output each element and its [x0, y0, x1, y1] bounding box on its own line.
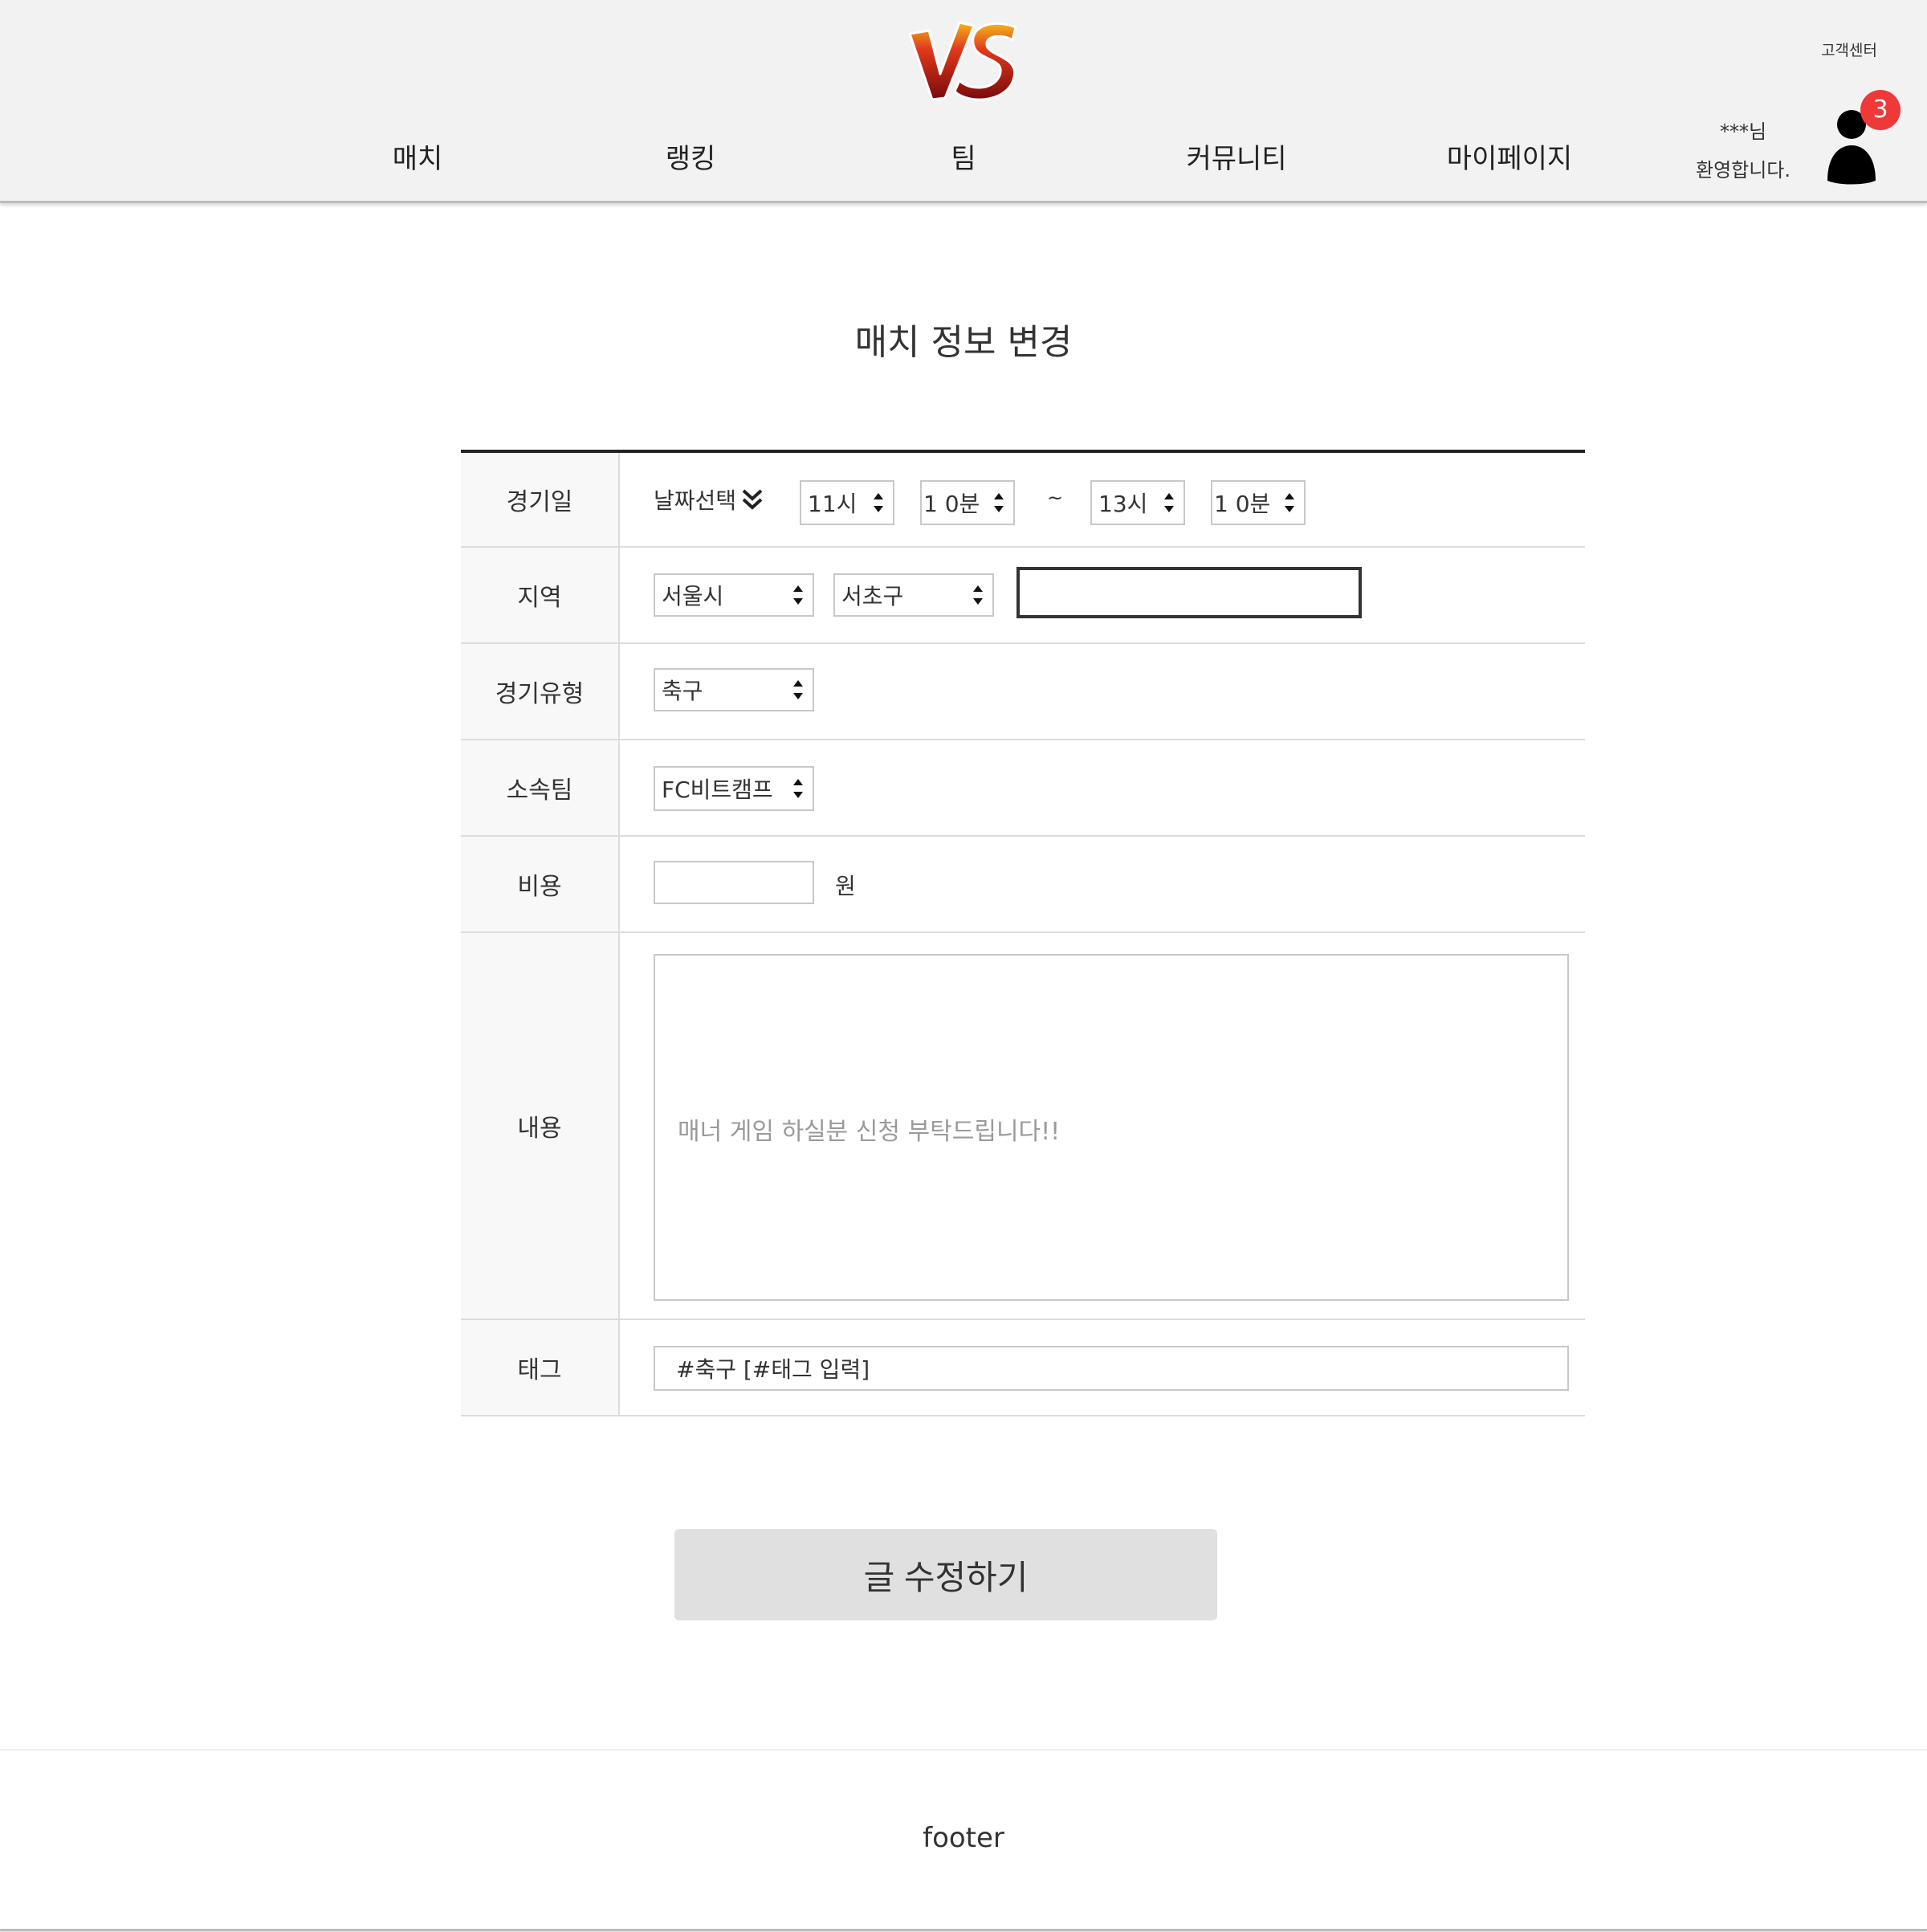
- tags-input[interactable]: #축구 [#태그 입력]: [654, 1346, 1569, 1391]
- spinner-arrows-icon[interactable]: [992, 488, 1005, 517]
- label-match-type: 경기유형: [461, 644, 620, 739]
- end-minute-value: 1 0분: [1214, 491, 1271, 517]
- select-arrows-icon: [793, 779, 803, 798]
- content-textarea[interactable]: 매너 게임 하실분 신청 부탁드립니다!!: [654, 954, 1569, 1301]
- site-header: 고객센터 매치 랭킹 팀 커뮤니티 마이페이지 ***님 환영합니다. 3: [0, 0, 1927, 203]
- double-chevron-down-icon: [742, 489, 763, 510]
- nav-item-ranking[interactable]: 랭킹: [666, 137, 716, 176]
- time-range-separator: ~: [1047, 487, 1064, 509]
- welcome-username: ***님: [1719, 120, 1767, 143]
- row-match-type: 경기유형 축구: [461, 644, 1585, 740]
- nav-item-mypage[interactable]: 마이페이지: [1447, 137, 1572, 176]
- vs-logo[interactable]: [903, 11, 1024, 108]
- select-arrows-icon: [973, 585, 983, 605]
- nav-item-team[interactable]: 팀: [951, 137, 976, 176]
- match-type-value: 축구: [662, 678, 703, 704]
- row-cost: 비용 원: [461, 837, 1585, 933]
- cost-unit: 원: [835, 873, 856, 899]
- start-hour-stepper[interactable]: 11시: [800, 480, 894, 525]
- date-picker[interactable]: 날짜선택: [654, 483, 764, 516]
- city-select[interactable]: 서울시: [654, 573, 814, 617]
- cell-tags: #축구 [#태그 입력]: [620, 1320, 1585, 1415]
- content-placeholder: 매너 게임 하실분 신청 부탁드립니다!!: [678, 1118, 1061, 1146]
- end-hour-stepper[interactable]: 13시: [1090, 480, 1185, 525]
- cell-team: FC비트캠프: [620, 740, 1585, 835]
- region-detail-input[interactable]: [1016, 567, 1362, 618]
- team-select[interactable]: FC비트캠프: [654, 766, 814, 811]
- select-arrows-icon: [793, 585, 803, 605]
- cell-content: 매너 게임 하실분 신청 부탁드립니다!!: [620, 933, 1585, 1319]
- match-edit-form: 경기일 날짜선택 11시 1 0분 ~ 13시 1 0분 지역 서울시 서초구 …: [461, 450, 1585, 1416]
- date-picker-label: 날짜선택: [654, 487, 737, 514]
- city-select-value: 서울시: [662, 583, 724, 609]
- footer-text: footer: [923, 1822, 1004, 1854]
- submit-edit-button[interactable]: 글 수정하기: [674, 1529, 1217, 1620]
- label-team: 소속팀: [461, 740, 620, 835]
- cell-match-type: 축구: [620, 644, 1585, 739]
- nav-item-match[interactable]: 매치: [393, 137, 443, 176]
- welcome-message: ***님 환영합니다.: [1686, 112, 1800, 190]
- district-select-value: 서초구: [841, 583, 904, 609]
- cost-input[interactable]: [654, 861, 814, 904]
- cell-cost: 원: [620, 837, 1585, 931]
- match-type-select[interactable]: 축구: [654, 668, 814, 711]
- page-title: 매치 정보 변경: [854, 322, 1073, 363]
- end-minute-stepper[interactable]: 1 0분: [1211, 480, 1306, 525]
- label-match-date: 경기일: [461, 453, 620, 546]
- select-arrows-icon: [793, 680, 803, 699]
- label-tags: 태그: [461, 1320, 620, 1415]
- tags-input-value: #축구 [#태그 입력]: [676, 1356, 870, 1383]
- cell-region: 서울시 서초구: [620, 548, 1585, 642]
- district-select[interactable]: 서초구: [833, 573, 994, 617]
- welcome-greeting: 환영합니다.: [1695, 159, 1791, 181]
- customer-center-link[interactable]: 고객센터: [1821, 39, 1877, 60]
- start-hour-value: 11시: [808, 491, 858, 517]
- end-hour-value: 13시: [1098, 491, 1148, 517]
- row-match-date: 경기일 날짜선택 11시 1 0분 ~ 13시 1 0분: [461, 453, 1585, 548]
- notification-badge[interactable]: 3: [1860, 90, 1901, 130]
- team-select-value: FC비트캠프: [662, 776, 773, 803]
- spinner-arrows-icon[interactable]: [1283, 488, 1296, 517]
- start-minute-value: 1 0분: [923, 491, 980, 517]
- row-team: 소속팀 FC비트캠프: [461, 740, 1585, 837]
- spinner-arrows-icon[interactable]: [872, 488, 885, 517]
- row-content: 내용 매너 게임 하실분 신청 부탁드립니다!!: [461, 933, 1585, 1320]
- nav-item-community[interactable]: 커뮤니티: [1186, 137, 1286, 176]
- start-minute-stepper[interactable]: 1 0분: [920, 480, 1015, 525]
- label-cost: 비용: [461, 837, 620, 931]
- cell-match-date: 날짜선택 11시 1 0분 ~ 13시 1 0분: [620, 453, 1585, 546]
- label-content: 내용: [461, 933, 620, 1319]
- row-tags: 태그 #축구 [#태그 입력]: [461, 1320, 1585, 1416]
- label-region: 지역: [461, 548, 620, 642]
- site-footer: footer: [0, 1749, 1927, 1931]
- spinner-arrows-icon[interactable]: [1163, 488, 1175, 517]
- row-region: 지역 서울시 서초구: [461, 548, 1585, 644]
